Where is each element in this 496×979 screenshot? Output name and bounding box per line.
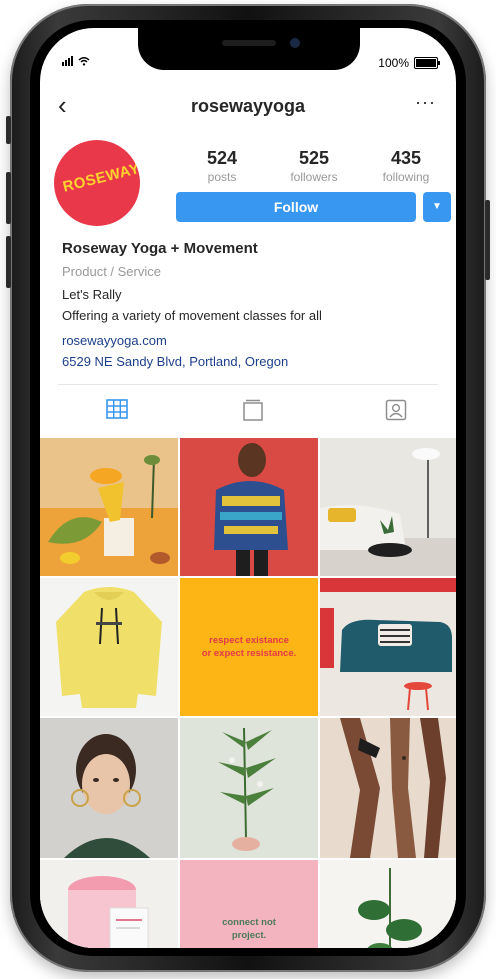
follow-button[interactable]: Follow <box>176 192 416 222</box>
camera <box>290 38 300 48</box>
status-bar-left <box>62 56 90 66</box>
post-tile[interactable]: connect not project. <box>180 860 318 948</box>
power-button <box>485 200 490 280</box>
website-link[interactable]: rosewayyoga.com <box>62 333 442 348</box>
address-link[interactable]: 6529 NE Sandy Blvd, Portland, Oregon <box>62 354 442 369</box>
post-tile[interactable]: respect existance or expect resistance. <box>180 578 318 716</box>
post-image-yoga-legs <box>320 718 456 858</box>
signal-icon <box>62 56 73 66</box>
post-image-still-life <box>40 438 178 576</box>
notch <box>138 28 360 70</box>
post-tile[interactable] <box>40 578 178 716</box>
post-quote-text: respect existance or expect resistance. <box>201 635 297 659</box>
post-tile[interactable] <box>180 438 318 576</box>
suggestions-dropdown-button[interactable]: ▼ <box>423 192 451 222</box>
stat-label: followers <box>290 170 338 184</box>
stat-following[interactable]: 435 following <box>360 148 452 184</box>
stat-posts[interactable]: 524 posts <box>176 148 268 184</box>
post-tile[interactable] <box>320 578 456 716</box>
stat-value: 525 <box>298 148 330 168</box>
profile-name: Roseway Yoga + Movement <box>62 240 258 257</box>
stat-label: posts <box>207 170 237 184</box>
volume-down-button <box>6 236 11 288</box>
post-image-living-room <box>320 438 456 576</box>
post-tile[interactable] <box>40 860 178 948</box>
post-tile[interactable] <box>320 860 456 948</box>
post-image-portrait-red <box>180 438 318 576</box>
post-tile[interactable] <box>40 438 178 576</box>
igtv-icon <box>243 399 263 421</box>
tagged-icon <box>385 399 407 421</box>
post-tile[interactable] <box>320 718 456 858</box>
stat-label: following <box>382 170 430 184</box>
post-image-plant <box>180 718 318 858</box>
grid-tab[interactable] <box>106 399 128 419</box>
post-image-yellow-hoodie <box>40 578 178 716</box>
post-image-blue-sofa <box>320 578 456 716</box>
phone-frame: 100% ‹ rosewayyoga ··· ROSEWAY 524 posts… <box>6 4 490 972</box>
grid-icon <box>106 399 128 419</box>
speaker <box>222 40 276 46</box>
avatar[interactable]: ROSEWAY <box>54 140 140 226</box>
more-options-button[interactable]: ··· <box>415 92 436 113</box>
stat-value: 524 <box>206 148 238 168</box>
profile-stats: 524 posts 525 followers 435 following <box>176 148 452 184</box>
profile-category: Product / Service <box>62 264 161 279</box>
volume-up-button <box>6 172 11 224</box>
stat-value: 435 <box>390 148 422 168</box>
battery-fill <box>416 59 436 67</box>
post-tile[interactable] <box>180 718 318 858</box>
tagged-tab[interactable] <box>385 399 407 421</box>
post-image-monstera <box>320 860 456 948</box>
profile-header: ‹ rosewayyoga ··· <box>40 86 456 130</box>
avatar-logo-text: ROSEWAY <box>61 160 140 196</box>
battery-percent: 100% <box>378 56 409 70</box>
status-bar-right: 100% <box>378 56 440 70</box>
igtv-tab[interactable] <box>242 399 264 421</box>
profile-tabs <box>58 384 438 431</box>
post-quote-text: connect not project. <box>222 917 276 941</box>
silent-switch <box>6 116 11 144</box>
stat-followers[interactable]: 525 followers <box>268 148 360 184</box>
bio-text: Let's Rally <box>62 287 122 302</box>
post-image-portrait-woman <box>40 718 178 858</box>
post-tile[interactable] <box>320 438 456 576</box>
bio-text: Offering a variety of movement classes f… <box>62 308 322 323</box>
wifi-icon <box>78 57 90 66</box>
page-title: rosewayyoga <box>190 96 306 116</box>
post-image-jar <box>40 860 178 948</box>
post-tile[interactable] <box>40 718 178 858</box>
screen: 100% ‹ rosewayyoga ··· ROSEWAY 524 posts… <box>40 28 456 948</box>
battery-icon <box>414 57 440 69</box>
